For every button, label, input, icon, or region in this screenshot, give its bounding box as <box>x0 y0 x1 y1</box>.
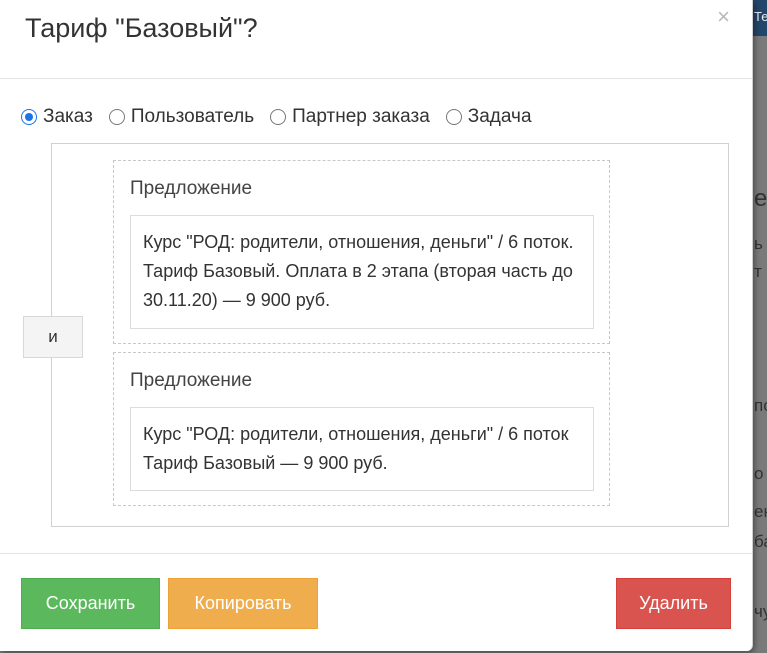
condition-block[interactable]: Предложение Курс "РОД: родители, отношен… <box>113 160 610 344</box>
background-text-fragment: чу <box>754 602 767 621</box>
background-text-fragment: е <box>754 185 767 212</box>
tariff-modal: Тариф "Базовый"? × Заказ Пользователь Па… <box>0 0 753 651</box>
radio-task[interactable]: Задача <box>445 106 532 128</box>
radio-label: Задача <box>467 106 532 127</box>
delete-button[interactable]: Удалить <box>616 578 731 629</box>
copy-button[interactable]: Копировать <box>168 578 318 629</box>
save-button[interactable]: Сохранить <box>21 578 160 629</box>
background-text-fragment: ь <box>754 234 763 253</box>
logic-operator-button[interactable]: и <box>23 316 83 358</box>
background-text-fragment: ба <box>754 532 767 551</box>
radio-user[interactable]: Пользователь <box>108 106 255 128</box>
condition-value-field[interactable]: Курс "РОД: родители, отношения, деньги" … <box>130 407 594 491</box>
radio-button[interactable] <box>108 109 125 125</box>
radio-button[interactable] <box>270 109 287 125</box>
radio-label: Заказ <box>43 106 93 127</box>
radio-button[interactable] <box>445 109 462 125</box>
radio-label: Пользователь <box>130 106 255 127</box>
background-text-fragment: о <box>754 464 764 483</box>
background-page: Те е ь т по о ен ба чу <box>752 0 767 653</box>
radio-label: Партнер заказа <box>292 106 430 127</box>
modal-title: Тариф "Базовый"? <box>25 13 258 43</box>
condition-value-field[interactable]: Курс "РОД: родители, отношения, деньги" … <box>130 215 594 329</box>
entity-type-radio-group: Заказ Пользователь Партнер заказа Задача <box>21 106 548 128</box>
condition-label: Предложение <box>130 178 253 199</box>
modal-footer: Сохранить Копировать Удалить <box>0 553 752 652</box>
condition-block[interactable]: Предложение Курс "РОД: родители, отношен… <box>113 352 610 506</box>
close-icon[interactable]: × <box>717 6 730 28</box>
background-text-fragment: Те <box>754 9 767 24</box>
modal-header: Тариф "Базовый"? × <box>0 0 752 79</box>
radio-order[interactable]: Заказ <box>21 106 93 128</box>
background-text-fragment: по <box>754 396 767 415</box>
radio-button-checked[interactable] <box>21 109 37 125</box>
background-text-fragment: ен <box>754 502 767 521</box>
condition-label: Предложение <box>130 370 253 391</box>
radio-order-partner[interactable]: Партнер заказа <box>270 106 430 128</box>
background-text-fragment: т <box>754 262 762 281</box>
